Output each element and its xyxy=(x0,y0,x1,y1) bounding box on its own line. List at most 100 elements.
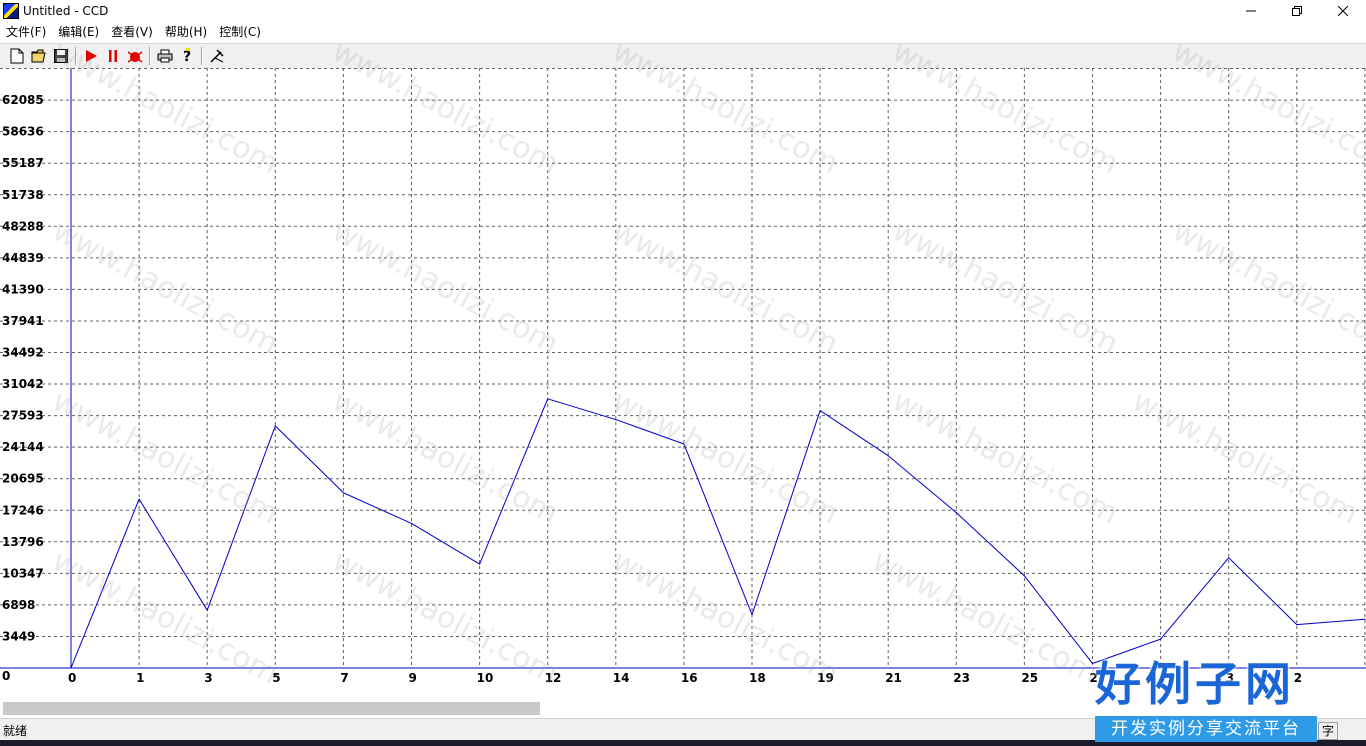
line-chart: 0344968981034713796172462069524144275933… xyxy=(0,68,1366,685)
menu-bar: 文件(F) 编辑(E) 查看(V) 帮助(H) 控制(C) xyxy=(0,22,1366,42)
data-point xyxy=(1296,624,1298,626)
play-icon xyxy=(86,50,97,62)
data-line-segment xyxy=(1228,557,1298,625)
ccd-app-icon[interactable] xyxy=(3,3,19,19)
data-point xyxy=(70,667,72,669)
x-tick-label: 25 xyxy=(1021,671,1038,685)
data-point xyxy=(479,563,481,565)
x-tick-label: 16 xyxy=(681,671,698,685)
y-tick-label: 13796 xyxy=(2,535,44,549)
tools-button[interactable] xyxy=(206,45,228,67)
data-point xyxy=(274,425,276,427)
open-file-button[interactable] xyxy=(28,45,50,67)
status-text: 就绪 xyxy=(3,723,28,738)
y-tick-label: 27593 xyxy=(2,409,44,423)
x-tick-label: 14 xyxy=(613,671,630,685)
scrollbar-thumb[interactable] xyxy=(3,702,540,715)
restore-icon xyxy=(1292,6,1302,16)
data-line-segment xyxy=(955,512,1025,577)
data-line-segment xyxy=(1024,575,1093,664)
horizontal-scrollbar[interactable] xyxy=(0,700,1366,717)
new-file-button[interactable] xyxy=(6,45,28,67)
data-line-segment xyxy=(479,398,549,565)
x-tick-label: 5 xyxy=(272,671,280,685)
data-line-segment xyxy=(343,492,412,524)
y-tick-label: 44839 xyxy=(2,251,44,265)
x-tick-label: 3 xyxy=(1226,671,1234,685)
toolbar-separator xyxy=(75,47,77,65)
open-folder-icon xyxy=(31,49,46,63)
data-point xyxy=(887,455,889,457)
restore-button[interactable] xyxy=(1274,0,1320,22)
data-line-segment xyxy=(615,419,685,445)
data-line-segment xyxy=(70,498,140,669)
y-tick-label: 55187 xyxy=(2,156,44,170)
y-tick-label: 51738 xyxy=(2,188,44,202)
y-tick-label: 0 xyxy=(2,669,10,683)
data-point xyxy=(206,609,208,611)
data-point xyxy=(1091,662,1094,665)
close-button[interactable] xyxy=(1320,0,1366,22)
x-tick-label: 19 xyxy=(817,671,834,685)
x-tick-label: 3 xyxy=(204,671,212,685)
minimize-icon xyxy=(1246,10,1256,12)
x-tick-label: 1 xyxy=(136,671,144,685)
data-point xyxy=(1023,575,1025,577)
menu-view[interactable]: 查看(V) xyxy=(105,22,159,42)
menu-file[interactable]: 文件(F) xyxy=(0,22,52,42)
x-tick-label: 23 xyxy=(953,671,970,685)
y-tick-label: 62085 xyxy=(2,93,44,107)
new-file-icon xyxy=(10,48,24,64)
title-bar: Untitled - CCD xyxy=(0,0,1366,22)
close-icon xyxy=(1338,6,1348,16)
toolbar-separator xyxy=(201,47,203,65)
help-button[interactable]: ? xyxy=(176,45,198,67)
y-tick-label: 20695 xyxy=(2,472,44,486)
data-point xyxy=(683,443,685,445)
data-line-segment xyxy=(887,455,957,514)
x-tick-label: 10 xyxy=(477,671,494,685)
data-line-segment xyxy=(138,498,208,611)
save-button[interactable] xyxy=(50,45,72,67)
taskbar-strip xyxy=(0,740,1366,746)
print-icon xyxy=(157,49,173,63)
data-line-segment xyxy=(683,443,753,615)
chart-area[interactable]: 0 3449 6898 10347 13796 17246 20695 24144 27593 3… xyxy=(0,68,1366,700)
run-button[interactable] xyxy=(80,45,102,67)
x-tick-label: 9 xyxy=(409,671,417,685)
data-point xyxy=(1364,618,1366,620)
menu-help[interactable]: 帮助(H) xyxy=(159,22,213,42)
tools-icon xyxy=(210,49,224,63)
y-tick-label: 48288 xyxy=(2,219,44,233)
data-point xyxy=(1160,638,1162,640)
y-tick-label: 41390 xyxy=(2,282,44,296)
x-tick-label: 21 xyxy=(885,671,902,685)
x-tick-label: 2 xyxy=(1090,671,1098,685)
data-line-segment xyxy=(819,410,889,457)
data-point xyxy=(955,512,957,514)
y-tick-label: 58636 xyxy=(2,125,44,139)
y-tick-label: 24144 xyxy=(2,440,44,454)
x-tick-label: 18 xyxy=(749,671,766,685)
save-icon xyxy=(54,49,68,63)
data-point xyxy=(547,398,549,400)
print-button[interactable] xyxy=(154,45,176,67)
data-line-segment xyxy=(206,425,276,611)
data-line-segment xyxy=(274,425,344,494)
menu-edit[interactable]: 编辑(E) xyxy=(52,22,105,42)
stop-button[interactable] xyxy=(124,45,146,67)
data-point xyxy=(1228,557,1230,559)
window-title: Untitled - CCD xyxy=(23,4,109,18)
x-tick-label: 12 xyxy=(545,671,562,685)
status-bar: 就绪 xyxy=(0,718,1366,741)
help-icon: ? xyxy=(183,48,191,64)
menu-control[interactable]: 控制(C) xyxy=(213,22,267,42)
y-tick-label: 34492 xyxy=(2,346,44,360)
data-point xyxy=(410,522,413,525)
x-tick-label: 0 xyxy=(68,671,76,685)
minimize-button[interactable] xyxy=(1228,0,1274,22)
data-point xyxy=(138,498,140,500)
pause-button[interactable] xyxy=(102,45,124,67)
data-point xyxy=(342,492,344,494)
data-point xyxy=(819,409,821,412)
